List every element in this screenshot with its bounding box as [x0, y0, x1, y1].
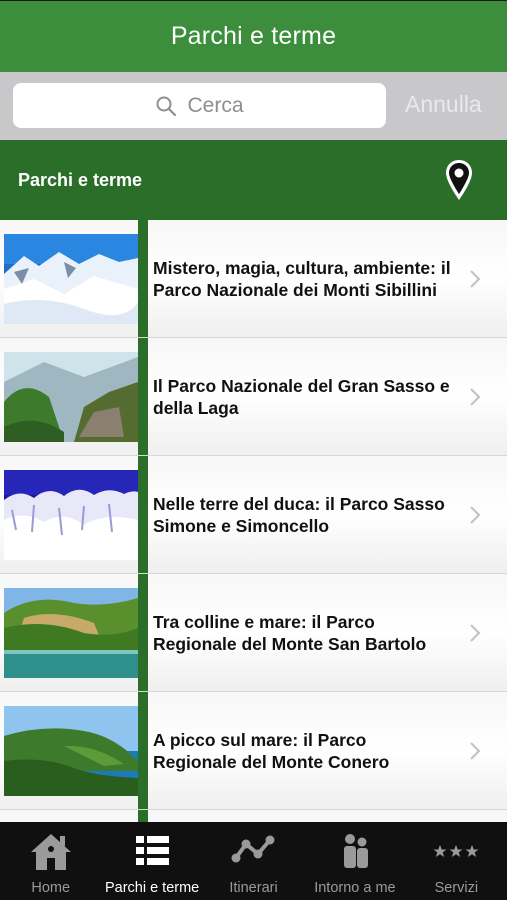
list-item[interactable] [0, 810, 507, 822]
tab-home[interactable]: Home [0, 822, 101, 900]
list-item[interactable]: Tra colline e mare: il Parco Regionale d… [0, 574, 507, 692]
page-title: Parchi e terme [170, 22, 337, 50]
search-input[interactable]: Cerca [13, 83, 386, 128]
tab-label: Intorno a me [314, 880, 396, 896]
tab-itinerari[interactable]: Itinerari [203, 822, 304, 900]
chevron-right-icon [470, 742, 481, 760]
tab-label: Servizi [434, 880, 479, 896]
chevron-right-icon [470, 388, 481, 406]
list-icon [136, 836, 170, 865]
thumbnail-green-hills-sea [4, 588, 138, 678]
tab-intorno-a-me[interactable]: Intorno a me [304, 822, 405, 900]
item-title: A picco sul mare: il Parco Regionale del… [153, 730, 390, 772]
stars-icon [433, 845, 479, 857]
navigation-bar: Parchi e terme [0, 0, 507, 72]
section-header: Parchi e terme [0, 140, 507, 220]
tab-label: Parchi e terme [104, 880, 200, 896]
tab-label: Itinerari [229, 880, 278, 896]
list-item[interactable]: A picco sul mare: il Parco Regionale del… [0, 692, 507, 810]
map-pin-icon[interactable] [444, 158, 474, 202]
tab-bar: Home Parchi e terme Itinerari Intorno a … [0, 822, 507, 900]
section-title: Parchi e terme [18, 169, 143, 190]
chevron-right-icon [470, 624, 481, 642]
parks-list: Mistero, magia, cultura, ambiente: il Pa… [0, 220, 507, 822]
cancel-button[interactable]: Annulla [405, 91, 482, 118]
tab-label: Home [31, 880, 71, 896]
thumbnail-snowy-mountains [4, 234, 138, 324]
thumbnail-frosted-trees [4, 470, 138, 560]
row-accent-bar [138, 692, 148, 809]
tab-parchi-e-terme[interactable]: Parchi e terme [101, 822, 202, 900]
search-icon [156, 96, 177, 116]
list-item[interactable]: Mistero, magia, cultura, ambiente: il Pa… [0, 220, 507, 338]
thumbnail-coastal-cliff [4, 706, 138, 796]
search-placeholder: Cerca [187, 93, 244, 117]
chevron-right-icon [470, 270, 481, 288]
row-accent-bar [138, 220, 148, 337]
item-title: Mistero, magia, cultura, ambiente: il Pa… [153, 258, 451, 300]
search-bar: Cerca Annulla [0, 72, 507, 140]
people-icon [343, 834, 368, 868]
item-title: Tra colline e mare: il Parco Regionale d… [153, 612, 427, 654]
row-accent-bar [138, 338, 148, 455]
row-accent-bar [138, 574, 148, 691]
home-icon [30, 834, 71, 870]
route-icon [231, 835, 275, 863]
item-title: Nelle terre del duca: il Parco Sasso Sim… [153, 494, 445, 536]
tab-servizi[interactable]: Servizi [406, 822, 507, 900]
row-accent-bar [138, 456, 148, 573]
row-accent-bar [138, 810, 148, 822]
item-title: Il Parco Nazionale del Gran Sasso e dell… [153, 376, 450, 418]
list-item[interactable]: Il Parco Nazionale del Gran Sasso e dell… [0, 338, 507, 456]
thumbnail-rocky-forest [4, 352, 138, 442]
list-item[interactable]: Nelle terre del duca: il Parco Sasso Sim… [0, 456, 507, 574]
chevron-right-icon [470, 506, 481, 524]
